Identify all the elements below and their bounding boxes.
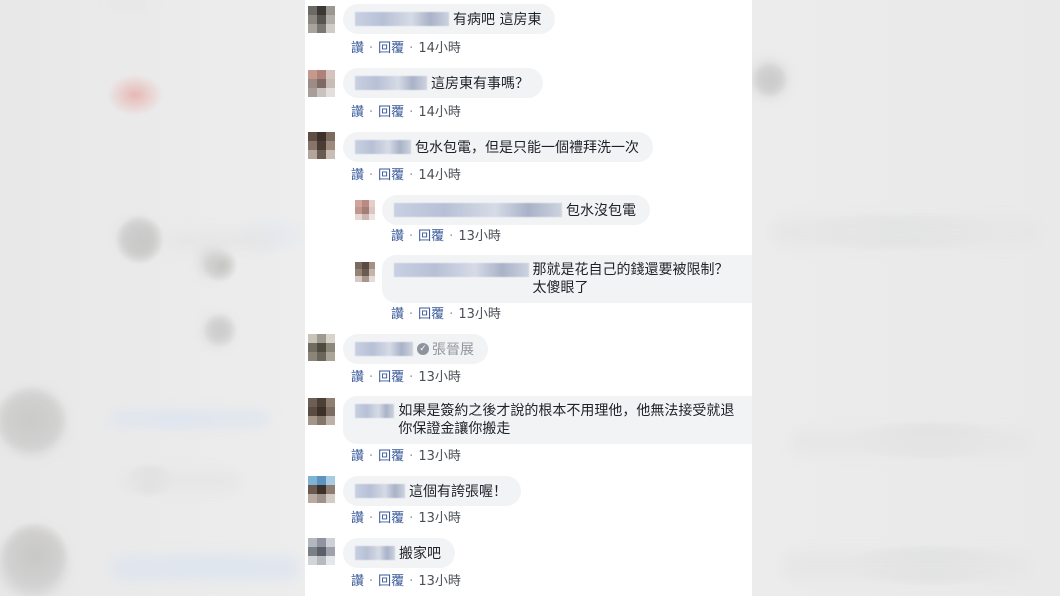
- like-link[interactable]: 讚: [391, 307, 404, 322]
- comment-bubble: 這房東有事嗎？: [343, 68, 543, 98]
- comment-time[interactable]: 13小時: [458, 307, 501, 322]
- comment-actions: 讚 · 回覆 · 14小時: [351, 105, 461, 120]
- avatar[interactable]: [355, 200, 375, 220]
- avatar[interactable]: [355, 262, 375, 282]
- comment-text: 包水包電，但是只能一個禮拜洗一次: [415, 140, 639, 156]
- avatar[interactable]: [308, 132, 336, 160]
- reply-link[interactable]: 回覆: [378, 370, 404, 385]
- reply-link[interactable]: 回覆: [378, 511, 404, 526]
- comment-bubble: 有病吧 這房東: [343, 4, 556, 34]
- comment-bubble: 那就是花自己的錢還要被限制？太傻眼了: [382, 255, 752, 303]
- avatar[interactable]: [308, 476, 336, 504]
- comment-time[interactable]: 14小時: [418, 41, 461, 56]
- like-link[interactable]: 讚: [351, 449, 364, 464]
- like-link[interactable]: 讚: [351, 370, 364, 385]
- comment-bubble: ✓ 張晉展: [343, 334, 488, 364]
- blurred-left-region: [0, 0, 305, 596]
- comment-bubble: 如果是簽約之後才說的根本不用理他，他無法接受就退你保證金讓你搬走: [343, 396, 752, 444]
- reply-link[interactable]: 回覆: [378, 168, 404, 183]
- avatar[interactable]: [308, 70, 336, 98]
- avatar[interactable]: [308, 6, 336, 34]
- comment-actions: 讚 · 回覆 · 13小時: [391, 307, 501, 322]
- comment-time[interactable]: 14小時: [418, 105, 461, 120]
- comment-time[interactable]: 13小時: [418, 511, 461, 526]
- author-name-blurred[interactable]: [355, 484, 405, 498]
- reply-link[interactable]: 回覆: [378, 449, 404, 464]
- author-name-blurred[interactable]: [355, 342, 413, 356]
- like-link[interactable]: 讚: [351, 574, 364, 589]
- comment-actions: 讚 · 回覆 · 13小時: [351, 449, 461, 464]
- comment-text: 這個有誇張喔！: [409, 484, 507, 500]
- comment-actions: 讚 · 回覆 · 13小時: [351, 370, 461, 385]
- author-name-blurred[interactable]: [355, 12, 449, 26]
- comment-time[interactable]: 13小時: [458, 229, 501, 244]
- comment-text: 有病吧 這房東: [453, 12, 542, 28]
- comment-time[interactable]: 13小時: [418, 574, 461, 589]
- tag-icon: ✓: [417, 343, 429, 355]
- comment-time[interactable]: 13小時: [418, 449, 461, 464]
- reply-link[interactable]: 回覆: [418, 229, 444, 244]
- comment-actions: 讚 · 回覆 · 13小時: [391, 229, 501, 244]
- comment-bubble: 包水包電，但是只能一個禮拜洗一次: [343, 132, 653, 162]
- like-link[interactable]: 讚: [351, 105, 364, 120]
- comment-text: 搬家吧: [399, 546, 441, 562]
- blurred-right-region: [752, 0, 1060, 596]
- comment-actions: 讚 · 回覆 · 14小時: [351, 41, 461, 56]
- comment-time[interactable]: 14小時: [418, 168, 461, 183]
- reply-link[interactable]: 回覆: [378, 574, 404, 589]
- like-link[interactable]: 讚: [391, 229, 404, 244]
- reply-link[interactable]: 回覆: [378, 41, 404, 56]
- comment-text: 這房東有事嗎？: [431, 76, 529, 92]
- author-name-blurred[interactable]: [355, 76, 427, 90]
- comment-thread-panel: 有病吧 這房東 讚 · 回覆 · 14小時 這房東有事嗎？ 讚 · 回覆 · 14小時 包水包電: [305, 0, 752, 596]
- avatar[interactable]: [308, 398, 336, 426]
- avatar[interactable]: [308, 334, 336, 362]
- reply-link[interactable]: 回覆: [378, 105, 404, 120]
- comment-bubble: 包水沒包電: [382, 195, 650, 225]
- comment-text: 包水沒包電: [566, 203, 636, 219]
- author-name-blurred[interactable]: [394, 263, 529, 277]
- mentioned-user[interactable]: 張晉展: [432, 339, 474, 359]
- like-link[interactable]: 讚: [351, 511, 364, 526]
- comment-actions: 讚 · 回覆 · 13小時: [351, 574, 461, 589]
- author-name-blurred[interactable]: [355, 140, 411, 154]
- like-link[interactable]: 讚: [351, 168, 364, 183]
- comment-text: 如果是簽約之後才說的根本不用理他，他無法接受就退你保證金讓你搬走: [398, 403, 735, 437]
- comment-time[interactable]: 13小時: [418, 370, 461, 385]
- like-link[interactable]: 讚: [351, 41, 364, 56]
- author-name-blurred[interactable]: [394, 203, 562, 217]
- avatar[interactable]: [308, 538, 336, 566]
- author-name-blurred[interactable]: [355, 546, 395, 560]
- comment-actions: 讚 · 回覆 · 14小時: [351, 168, 461, 183]
- comment-bubble: 這個有誇張喔！: [343, 476, 521, 506]
- comment-actions: 讚 · 回覆 · 13小時: [351, 511, 461, 526]
- reply-link[interactable]: 回覆: [418, 307, 444, 322]
- comment-text: 那就是花自己的錢還要被限制？太傻眼了: [532, 262, 729, 296]
- comment-bubble: 搬家吧: [343, 538, 455, 568]
- author-name-blurred[interactable]: [355, 404, 395, 418]
